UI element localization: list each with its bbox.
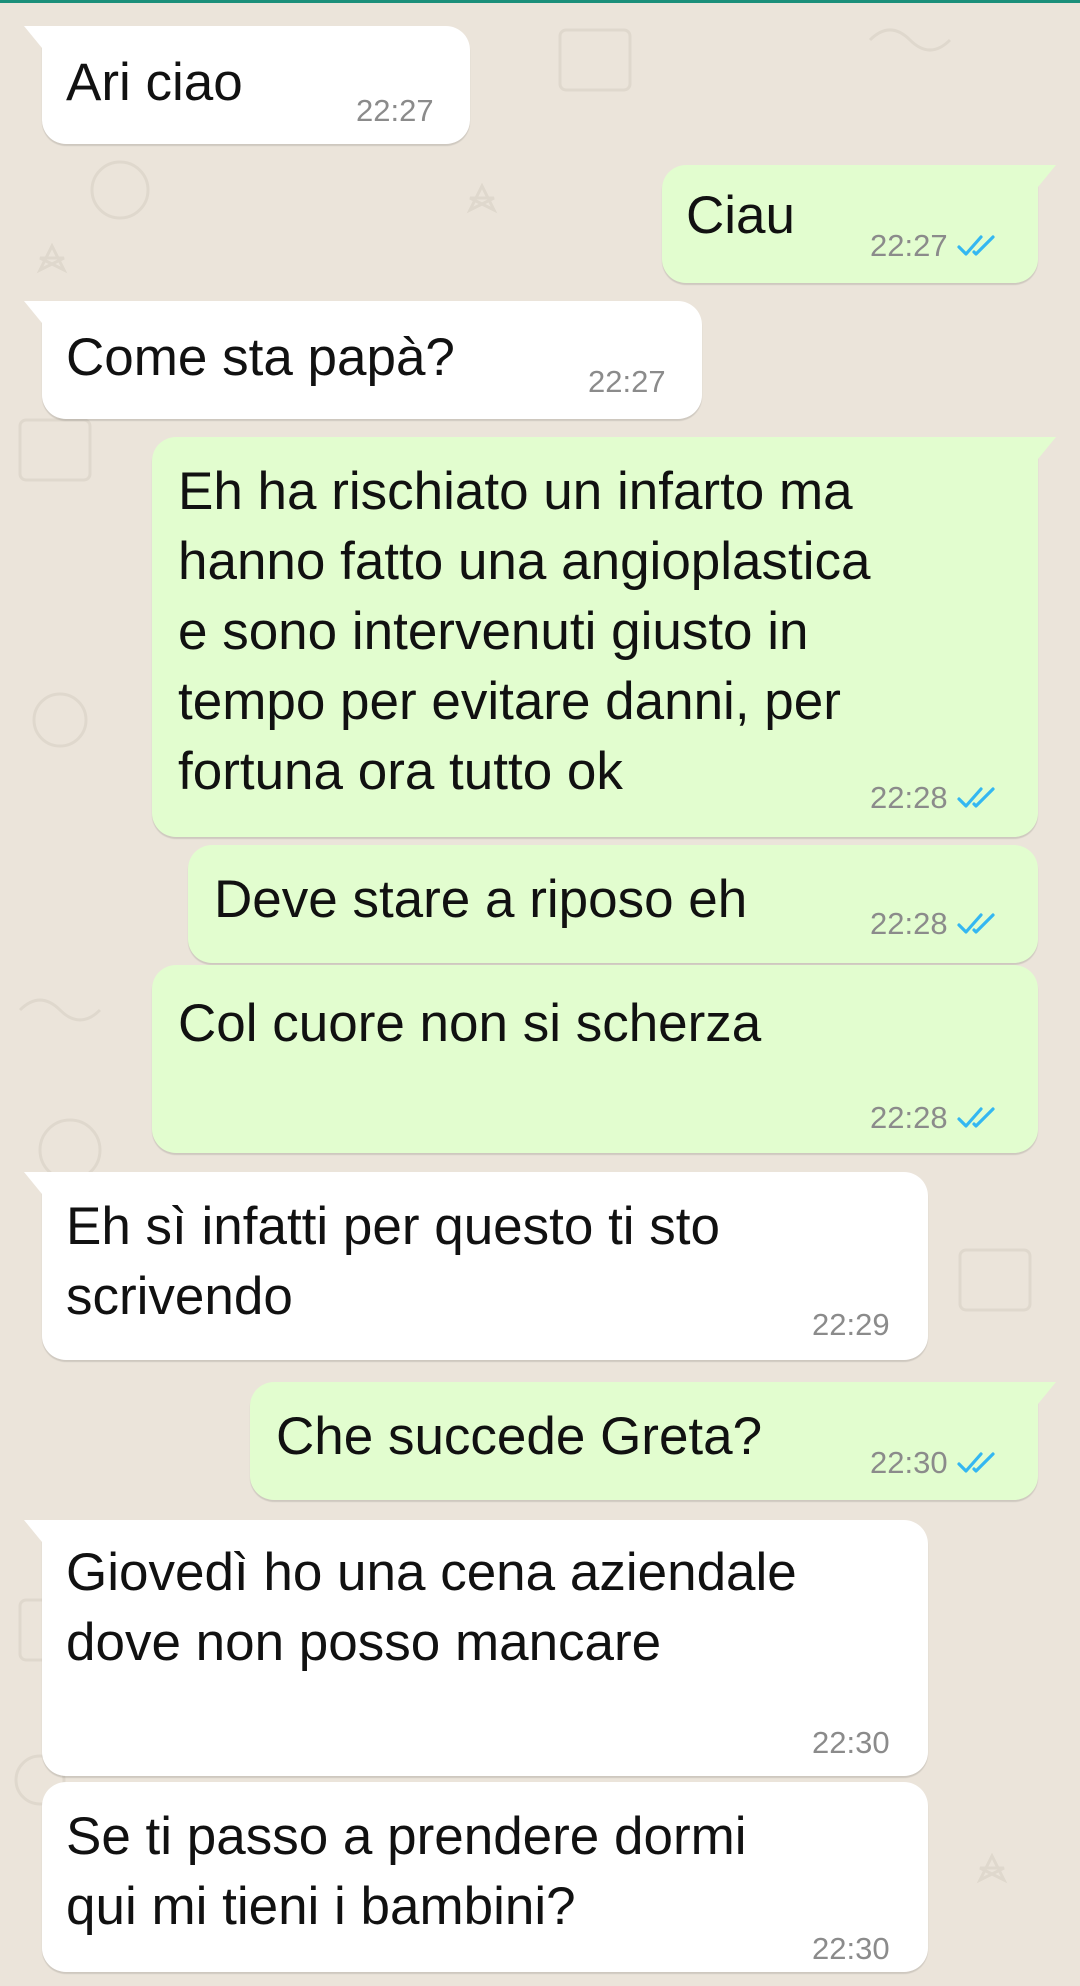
message-text: Eh sì infatti per questo ti sto scrivend…	[66, 1197, 721, 1326]
bubble-tail	[24, 26, 42, 48]
read-double-check-icon	[956, 913, 995, 934]
read-double-check-icon	[956, 1107, 995, 1128]
outgoing-message-bubble[interactable]: Col cuore non si scherza 22:28	[152, 965, 1038, 1153]
incoming-message-bubble[interactable]: Ari ciao 22:27	[24, 26, 470, 144]
incoming-message-bubble[interactable]: Eh sì infatti per questo ti sto scrivend…	[24, 1172, 928, 1360]
outgoing-message-bubble[interactable]: Ciau 22:27	[662, 165, 1056, 283]
message-text: Che succede Greta?	[276, 1407, 763, 1466]
incoming-message-bubble[interactable]: Se ti passo a prendere dormi qui mi tien…	[42, 1782, 928, 1972]
outgoing-message-bubble[interactable]: Eh ha rischiato un infarto ma hanno fatt…	[152, 437, 1056, 837]
message-meta: 22:30	[812, 1932, 890, 1966]
message-timestamp: 22:27	[356, 93, 434, 128]
bubble-tail	[24, 1172, 42, 1194]
message-text: Giovedì ho una cena aziendale dove non p…	[66, 1543, 797, 1672]
bubble-tail	[1038, 165, 1056, 187]
outgoing-message-bubble[interactable]: Che succede Greta? 22:30	[250, 1382, 1056, 1500]
message-timestamp: 22:27	[870, 228, 948, 263]
message-timestamp: 22:28	[870, 1100, 948, 1135]
message-text: Ari ciao	[66, 53, 243, 112]
message-timestamp: 22:30	[870, 1445, 948, 1480]
message-meta: 22:29	[812, 1308, 890, 1342]
outgoing-message-bubble[interactable]: Deve stare a riposo eh 22:28	[188, 845, 1038, 963]
read-double-check-icon	[956, 787, 995, 808]
bubble-tail	[24, 301, 42, 323]
message-meta: 22:28	[870, 781, 1000, 815]
message-timestamp: 22:28	[870, 906, 948, 941]
message-timestamp: 22:28	[870, 780, 948, 815]
message-meta: 22:30	[812, 1726, 890, 1760]
incoming-message-bubble[interactable]: Giovedì ho una cena aziendale dove non p…	[24, 1520, 928, 1776]
message-meta: 22:28	[870, 907, 1000, 941]
message-text: Ciau	[686, 186, 796, 245]
read-double-check-icon	[956, 235, 995, 256]
message-meta: 22:27	[870, 229, 1000, 263]
message-timestamp: 22:30	[812, 1725, 890, 1760]
bubble-tail	[24, 1520, 42, 1542]
bubble-tail	[1038, 437, 1056, 459]
message-timestamp: 22:27	[588, 364, 666, 399]
incoming-message-bubble[interactable]: Come sta papà? 22:27	[24, 301, 702, 419]
header-divider	[0, 0, 1080, 3]
message-text: Col cuore non si scherza	[178, 994, 762, 1053]
message-meta: 22:27	[356, 94, 434, 128]
message-text: Se ti passo a prendere dormi qui mi tien…	[66, 1807, 747, 1936]
message-timestamp: 22:30	[812, 1931, 890, 1966]
message-meta: 22:27	[588, 365, 666, 399]
message-text: Come sta papà?	[66, 328, 455, 387]
message-text: Deve stare a riposo eh	[214, 870, 748, 929]
message-timestamp: 22:29	[812, 1307, 890, 1342]
message-meta: 22:30	[870, 1446, 1000, 1480]
message-text: Eh ha rischiato un infarto ma hanno fatt…	[178, 462, 871, 801]
bubble-tail	[1038, 1382, 1056, 1404]
message-meta: 22:28	[870, 1101, 1000, 1135]
read-double-check-icon	[956, 1452, 995, 1473]
